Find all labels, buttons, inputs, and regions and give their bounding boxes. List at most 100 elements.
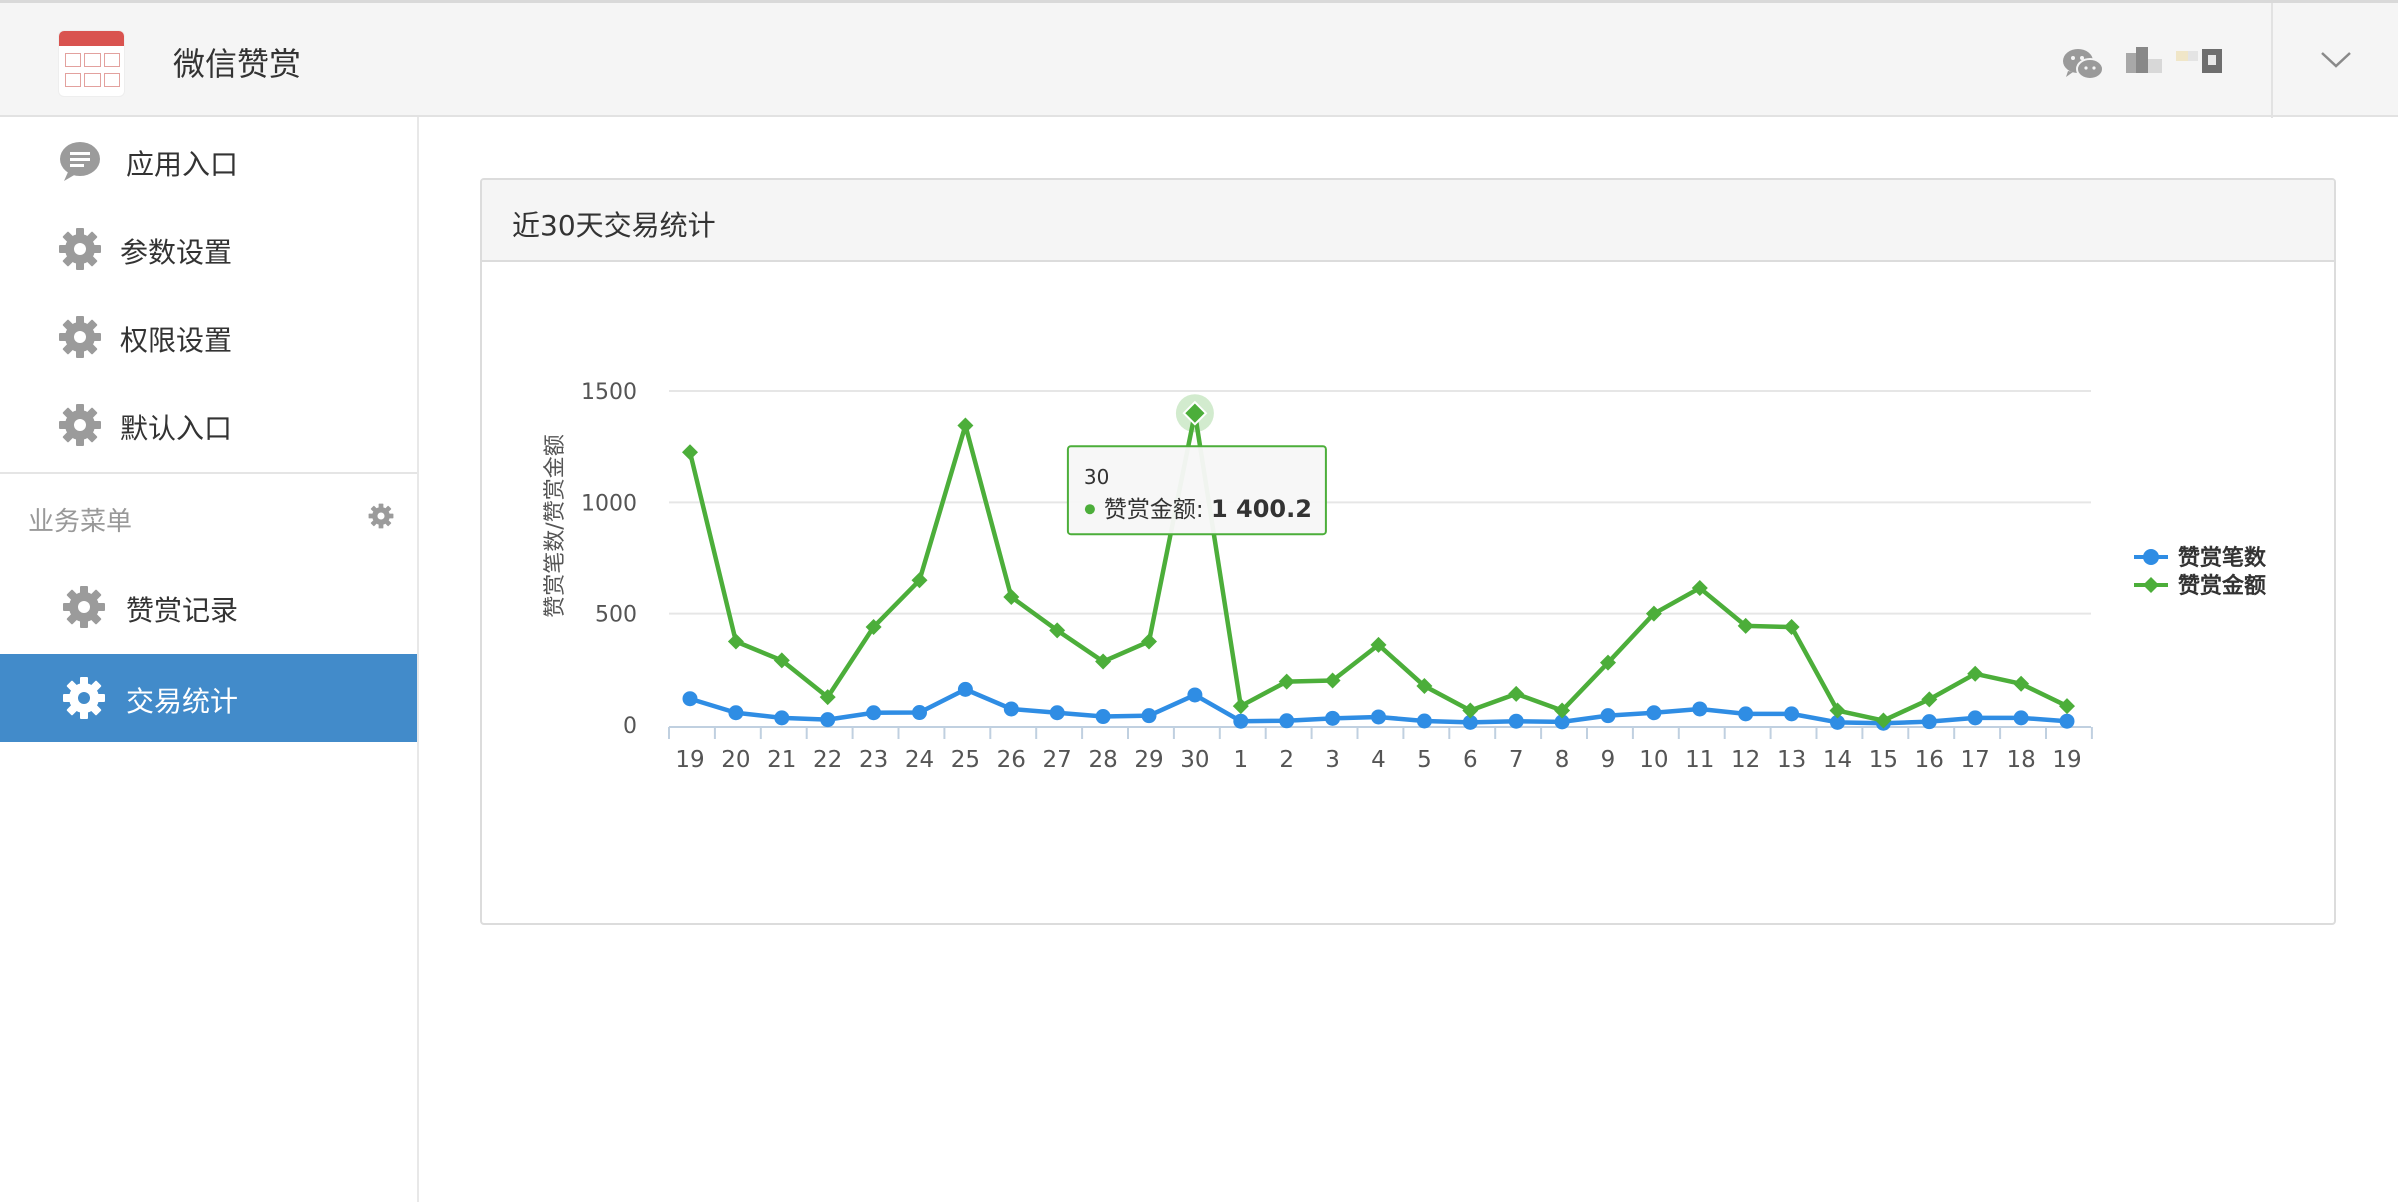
data-point — [1692, 701, 1708, 717]
gear-icon — [59, 228, 101, 270]
x-tick-label: 18 — [2006, 747, 2035, 773]
sidebar-divider — [0, 472, 417, 474]
data-point — [1278, 673, 1295, 690]
x-tick-label: 19 — [675, 747, 704, 773]
chart-legend[interactable]: 赞赏笔数赞赏金额 — [2134, 545, 2267, 599]
sidebar-item-default-entry[interactable]: 默认入口 — [0, 381, 417, 469]
y-tick-label: 500 — [595, 603, 637, 628]
data-point — [728, 705, 744, 721]
data-point — [957, 681, 973, 697]
x-tick-label: 5 — [1417, 747, 1432, 773]
x-tick-label: 21 — [767, 747, 796, 773]
data-point — [957, 417, 974, 434]
x-tick-label: 29 — [1134, 747, 1163, 773]
sidebar-item-label: 应用入口 — [126, 148, 239, 181]
y-tick-label: 1000 — [581, 491, 637, 516]
section-title: 业务菜单 — [28, 507, 133, 537]
data-point — [1646, 705, 1662, 721]
data-point — [2013, 710, 2029, 726]
chart-series — [682, 405, 2075, 731]
sidebar-item-label: 参数设置 — [120, 236, 233, 269]
tooltip-category: 30 — [1084, 465, 1109, 489]
data-point — [682, 444, 698, 461]
data-point — [1049, 705, 1065, 721]
chart-tooltip: 30 赞赏金额: 1 400.2 — [1066, 394, 1327, 536]
gear-icon[interactable] — [368, 503, 394, 529]
data-point — [727, 633, 744, 650]
data-point — [1232, 698, 1249, 715]
x-tick-label: 26 — [997, 747, 1026, 773]
x-tick-label: 3 — [1325, 747, 1340, 773]
legend-label: 赞赏金额 — [2177, 573, 2266, 599]
x-tick-label: 20 — [721, 747, 750, 773]
gear-icon — [59, 404, 101, 446]
x-tick-label: 28 — [1088, 747, 1117, 773]
tooltip-series-dot — [1084, 504, 1095, 515]
x-tick-label: 24 — [905, 747, 934, 773]
x-tick-label: 7 — [1509, 747, 1524, 773]
sidebar-item-params[interactable]: 参数设置 — [0, 205, 417, 293]
sidebar-item-reward-records[interactable]: 赞赏记录 — [0, 563, 417, 651]
data-point — [1921, 714, 1937, 730]
y-tick-label: 1500 — [581, 380, 637, 405]
transaction-line-chart: 05001000150019 20 21 22 23 24 25 26 27 28 29 30 1 2 3 4… — [543, 380, 2267, 773]
x-tick-label: 9 — [1601, 747, 1616, 773]
data-point — [774, 710, 790, 726]
chat-bubble-icon — [60, 142, 100, 181]
data-point — [1003, 701, 1019, 717]
data-point — [1508, 685, 1525, 702]
x-tick-label: 27 — [1043, 747, 1072, 773]
data-point — [1508, 713, 1524, 729]
sidebar-item-label: 权限设置 — [120, 324, 233, 357]
data-point — [1095, 709, 1111, 725]
wechat-icon[interactable] — [2062, 47, 2104, 81]
x-tick-label: 1 — [1233, 747, 1248, 773]
data-point — [1784, 706, 1800, 722]
data-point — [1141, 633, 1157, 650]
x-tick-label: 14 — [1823, 747, 1852, 773]
data-point — [1371, 709, 1386, 725]
data-point — [2059, 698, 2075, 715]
user-avatar[interactable] — [2126, 47, 2222, 75]
x-tick-label: 11 — [1685, 747, 1714, 773]
data-point — [2059, 713, 2075, 729]
x-tick-label: 22 — [813, 747, 842, 773]
x-tick-label: 4 — [1371, 747, 1386, 773]
x-tick-label: 8 — [1555, 747, 1570, 773]
x-tick-label: 6 — [1463, 747, 1478, 773]
data-point — [1600, 708, 1616, 724]
data-point — [1967, 710, 1983, 726]
x-tick-label: 10 — [1639, 747, 1668, 773]
app-logo[interactable] — [58, 30, 125, 97]
sidebar-item-label: 交易统计 — [126, 685, 239, 718]
tooltip-value: 1 400.2 — [1211, 495, 1312, 523]
chart-grid — [669, 390, 2091, 615]
x-tick-label: 17 — [1961, 747, 1990, 773]
x-tick-label: 19 — [2052, 747, 2081, 773]
x-tick-label: 12 — [1731, 747, 1760, 773]
top-header: 微信赞赏 — [0, 0, 2398, 118]
gear-icon — [59, 316, 101, 358]
data-point — [1187, 687, 1203, 703]
chevron-down-icon[interactable] — [2318, 47, 2354, 71]
y-tick-label: 0 — [623, 714, 637, 739]
data-point — [1462, 702, 1479, 719]
data-point — [1279, 713, 1295, 729]
app-title: 微信赞赏 — [173, 45, 302, 83]
panel-title: 近30天交易统计 — [512, 209, 716, 242]
sidebar-item-transaction-stats[interactable]: 交易统计 — [0, 654, 417, 742]
y-axis-label: 赞赏笔数/赞赏金额 — [543, 434, 568, 617]
legend-label: 赞赏笔数 — [2177, 545, 2267, 571]
sidebar-item-label: 默认入口 — [120, 412, 233, 445]
sidebar-item-permissions[interactable]: 权限设置 — [0, 293, 417, 381]
legend-marker — [2143, 549, 2159, 565]
data-point — [1416, 713, 1432, 729]
sidebar-item-app-entry[interactable]: 应用入口 — [0, 117, 417, 205]
x-tick-label: 2 — [1279, 747, 1294, 773]
data-point — [1738, 706, 1754, 722]
data-point — [1325, 710, 1341, 726]
data-point — [820, 712, 836, 728]
data-point — [1141, 708, 1157, 724]
x-tick-label: 30 — [1180, 747, 1209, 773]
data-point — [1233, 713, 1249, 729]
